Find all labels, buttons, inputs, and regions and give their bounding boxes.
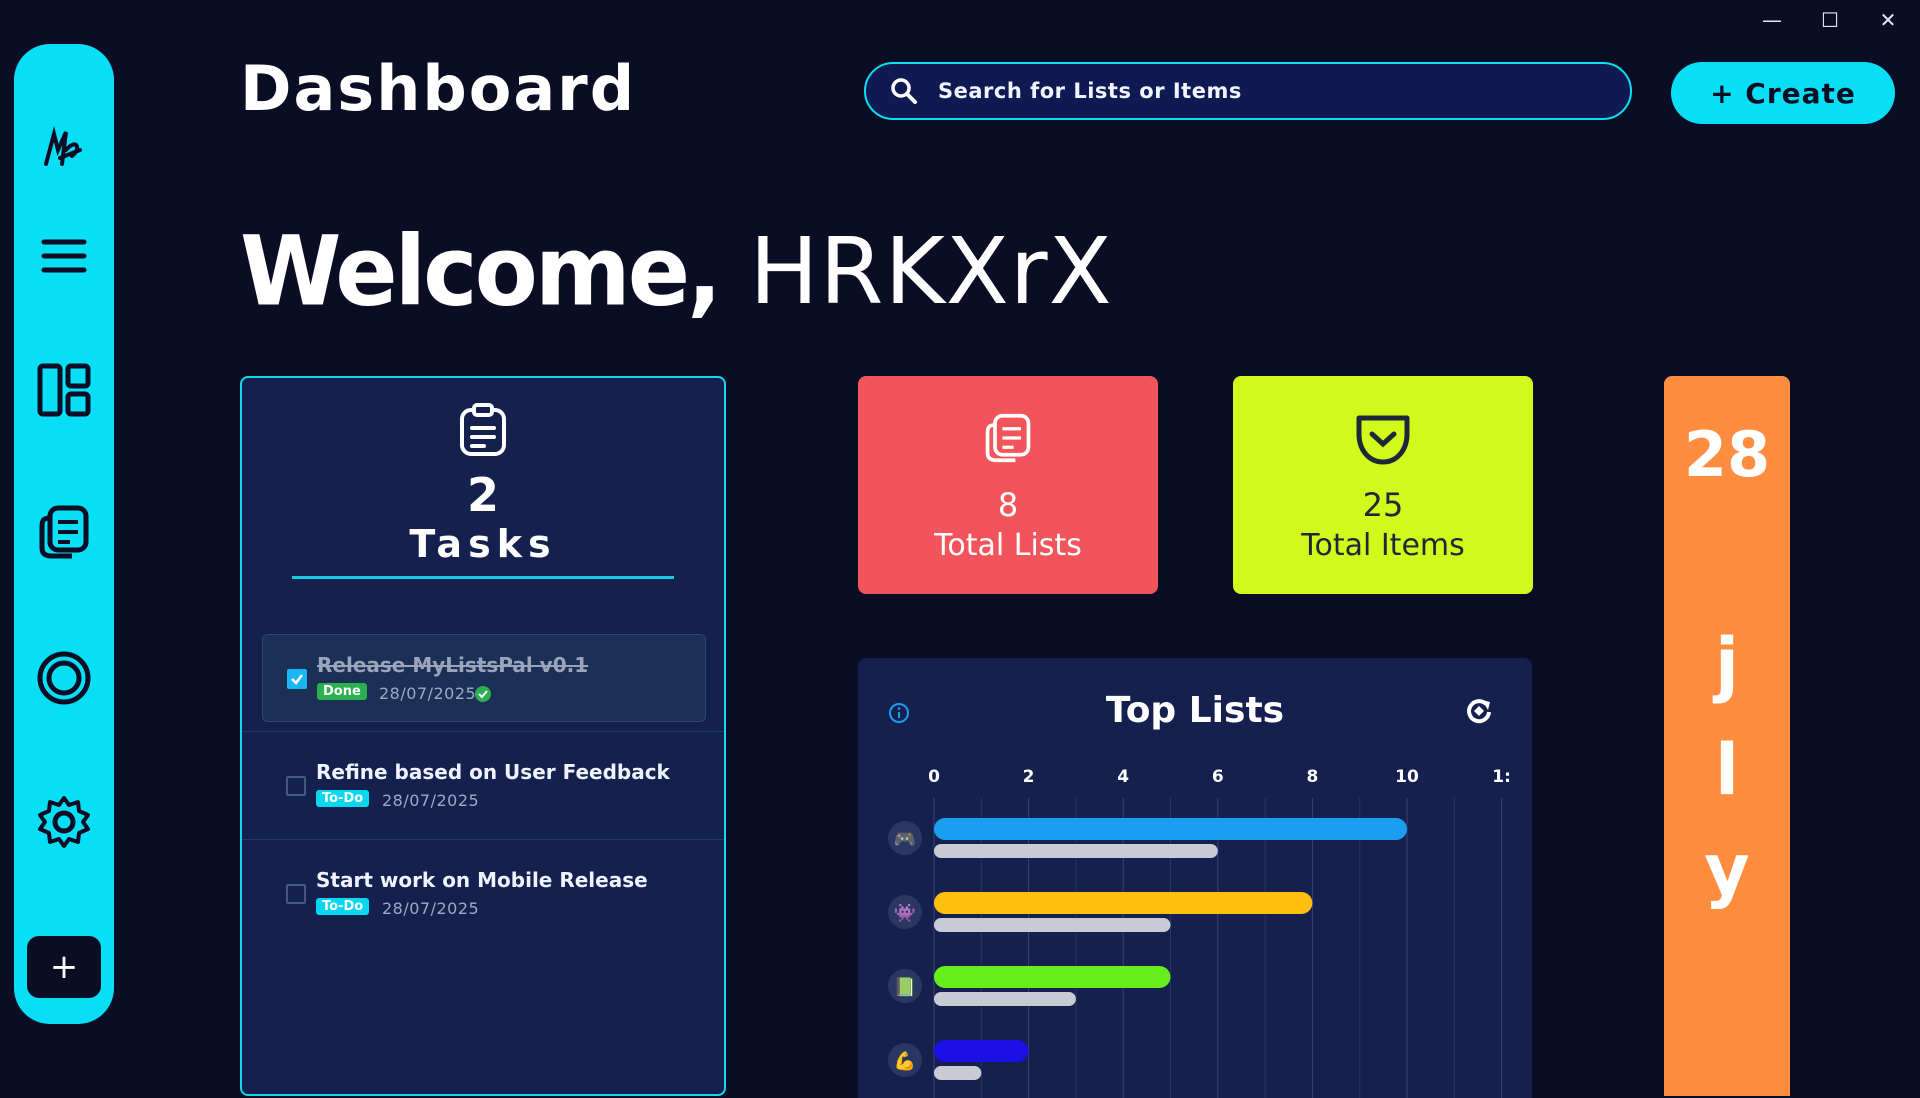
tasks-card: 2 Tasks Release MyListsPal v0.1 Done 28/… [240,376,726,1096]
refresh-icon[interactable] [1464,696,1494,730]
total-lists-value: 8 [997,486,1019,524]
category-label: 💪 [894,1050,916,1072]
bar-secondary [934,918,1171,932]
total-lists-label: Total Lists [934,528,1082,563]
total-lists-card[interactable]: 8 Total Lists [858,376,1158,594]
task-checkbox[interactable] [286,884,306,904]
total-items-label: Total Items [1301,528,1465,563]
x-tick-label: 6 [1212,767,1224,787]
status-badge: Done [317,683,367,700]
page-title: Dashboard [240,52,637,125]
total-items-value: 25 [1362,486,1404,524]
chart-title: Top Lists [1105,690,1285,731]
clipboard-icon [242,402,724,462]
x-tick-label: 10 [1395,767,1419,787]
close-button[interactable]: ✕ [1870,8,1906,32]
category-label: 🎮 [894,829,916,850]
task-item[interactable]: Release MyListsPal v0.1 Done 28/07/2025 [262,634,706,722]
settings-gear-icon[interactable] [36,794,92,850]
window-controls: — ☐ ✕ [1754,8,1906,32]
lists-icon[interactable] [36,504,92,560]
search-bar[interactable]: Search for Lists or Items [864,62,1632,120]
x-tick-label: 0 [928,767,940,787]
task-date: 28/07/2025 [382,791,480,810]
category-label: 📗 [894,977,916,998]
status-badge: To-Do [316,898,370,915]
search-input[interactable]: Search for Lists or Items [938,79,1242,103]
task-title: Release MyListsPal v0.1 [317,653,589,677]
tasks-count: 2 [466,468,499,522]
status-badge: To-Do [316,790,370,807]
bar-primary [934,892,1313,914]
pocket-icon [1233,412,1533,468]
circle-icon[interactable] [36,650,92,706]
x-tick-label: 2 [1023,767,1035,787]
minimize-button[interactable]: — [1754,8,1790,32]
task-divider [242,839,724,840]
task-checkbox[interactable] [286,776,306,796]
task-title: Refine based on User Feedback [316,760,670,784]
x-tick-label: 4 [1117,767,1129,787]
task-title: Start work on Mobile Release [316,868,648,892]
bar-primary [934,966,1171,988]
task-item[interactable]: Start work on Mobile Release To-Do 28/07… [262,850,706,938]
tasks-label: Tasks [409,522,557,566]
x-tick-label: 8 [1306,767,1318,787]
date-letter: j [1715,623,1739,705]
bar-secondary [934,844,1218,858]
task-date: 28/07/2025 [379,684,477,703]
task-divider [242,731,724,732]
category-label: 👾 [894,903,916,924]
date-letter: y [1704,829,1750,911]
date-letter: l [1715,729,1739,811]
checkmark-icon [291,674,303,685]
hamburger-menu-icon[interactable] [36,228,92,284]
date-day: 28 [1683,418,1771,491]
top-lists-card: 0 2 4 6 8 10 1: 🎮 👾 📗 💪 Top Lists [858,658,1532,1098]
bar-secondary [934,992,1076,1006]
date-card: 28 j l y [1664,376,1790,1096]
task-date: 28/07/2025 [382,899,480,918]
bar-secondary [934,1066,982,1080]
sidebar: + [14,44,114,1024]
dashboard-layout-icon[interactable] [36,362,92,418]
search-icon [891,78,917,104]
welcome-username: HRKXrX [719,218,1113,325]
logo-icon[interactable] [36,120,92,176]
task-item[interactable]: Refine based on User Feedback To-Do 28/0… [262,742,706,830]
x-tick-label: 1: [1492,767,1511,787]
task-checkbox[interactable] [287,669,307,689]
create-button[interactable]: + Create [1671,62,1895,124]
lists-icon [858,412,1158,468]
check-circle-icon [475,686,491,702]
bar-primary [934,818,1407,840]
add-button[interactable]: + [27,936,101,998]
total-items-card[interactable]: 25 Total Items [1233,376,1533,594]
welcome-heading: Welcome, HRKXrX [240,215,1113,328]
bar-primary [934,1040,1029,1062]
welcome-greeting: Welcome, [240,215,722,328]
tasks-divider [292,576,674,579]
maximize-button[interactable]: ☐ [1812,8,1848,32]
